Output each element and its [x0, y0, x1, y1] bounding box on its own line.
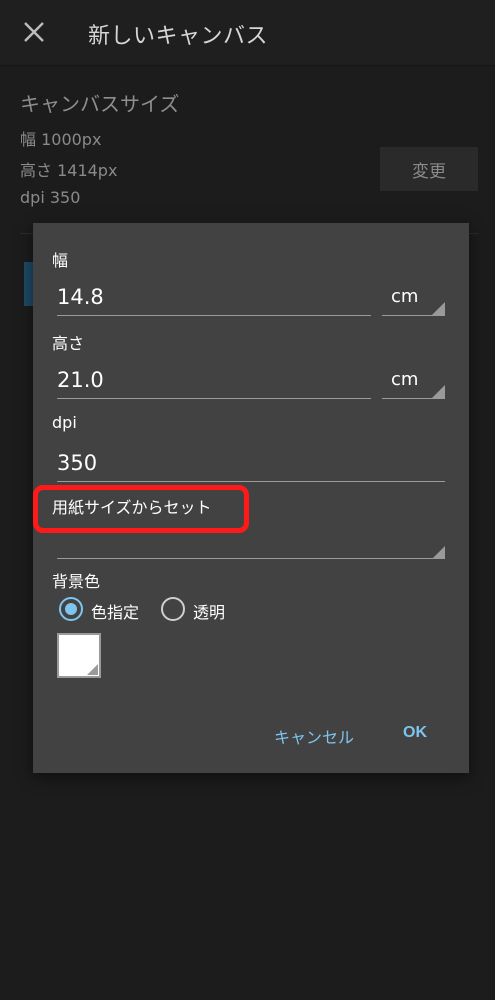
change-button[interactable]: 変更 [380, 147, 478, 191]
canvas-height-text: 高さ 1414px [20, 161, 118, 180]
height-unit-select[interactable]: cm [382, 369, 445, 399]
width-unit-value: cm [391, 286, 419, 307]
swatch-corner-icon [87, 664, 98, 675]
width-input-underline [57, 315, 371, 316]
dpi-input[interactable]: 350 [57, 451, 97, 475]
canvas-dpi-text: dpi 350 [20, 188, 81, 207]
radio-specify-color[interactable] [59, 597, 83, 621]
height-unit-underline [382, 398, 445, 399]
paper-size-select[interactable] [57, 543, 445, 559]
height-label: 高さ [52, 334, 85, 353]
radio-transparent[interactable] [161, 597, 185, 621]
radio-selected-dot [65, 603, 77, 615]
app-bar: 新しいキャンバス [0, 0, 495, 66]
dpi-input-underline [57, 481, 445, 482]
dropdown-corner-icon [432, 546, 445, 559]
height-unit-value: cm [391, 369, 419, 390]
close-icon[interactable] [22, 20, 46, 44]
radio-transparent-label[interactable]: 透明 [193, 599, 225, 623]
width-input[interactable]: 14.8 [57, 285, 104, 309]
dropdown-corner-icon [432, 385, 445, 398]
color-swatch[interactable] [57, 633, 101, 678]
dropdown-corner-icon [432, 302, 445, 315]
highlight-box [33, 485, 249, 533]
paper-size-underline [57, 558, 445, 559]
canvas-size-heading: キャンバスサイズ [20, 92, 180, 116]
canvas-width-text: 幅 1000px [20, 130, 102, 149]
page-title: 新しいキャンバス [88, 24, 269, 49]
width-unit-underline [382, 315, 445, 316]
background-color-label: 背景色 [52, 572, 101, 591]
ok-button[interactable]: OK [403, 724, 427, 742]
canvas-size-dialog: 幅 14.8 cm 高さ 21.0 cm dpi 350 用紙サイズからセット … [33, 223, 469, 773]
width-unit-select[interactable]: cm [382, 286, 445, 316]
cancel-button[interactable]: キャンセル [274, 724, 354, 748]
dpi-label: dpi [52, 413, 77, 432]
height-input[interactable]: 21.0 [57, 368, 104, 392]
height-input-underline [57, 398, 371, 399]
width-label: 幅 [52, 251, 69, 270]
radio-specify-color-label[interactable]: 色指定 [91, 599, 139, 623]
